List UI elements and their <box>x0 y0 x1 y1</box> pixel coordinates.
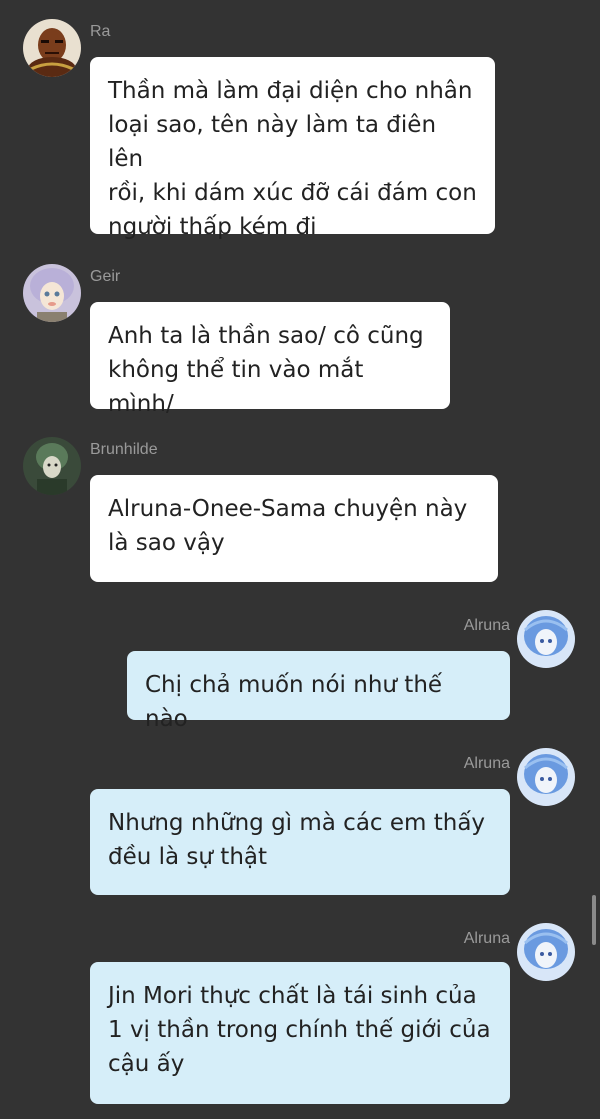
sender-name: Brunhilde <box>90 441 158 458</box>
message-bubble: Chị chả muốn nói như thế nào <box>127 651 510 732</box>
geir-avatar-icon[interactable] <box>23 264 81 322</box>
sender-name: Geir <box>90 268 121 285</box>
alruna-avatar-icon[interactable] <box>517 923 575 981</box>
message-bubble: Jin Mori thực chất là tái sinh của 1 vị … <box>90 962 510 1104</box>
brunhilde-avatar-icon[interactable] <box>23 437 81 495</box>
sender-name: Alruna <box>463 930 510 947</box>
scrollbar[interactable] <box>592 895 596 945</box>
sender-name: Ra <box>90 23 111 40</box>
message-bubble: Thần mà làm đại diện cho nhân loại sao, … <box>90 57 495 240</box>
message-bubble: Alruna-Onee-Sama chuyện này là sao vậy <box>90 475 498 582</box>
ra-avatar-icon[interactable] <box>23 19 81 77</box>
message-bubble: Nhưng những gì mà các em thấy đều là sự … <box>90 789 510 895</box>
alruna-avatar-icon[interactable] <box>517 748 575 806</box>
message-bubble: Anh ta là thần sao/ cô cũng không thể ti… <box>90 302 450 417</box>
alruna-avatar-icon[interactable] <box>517 610 575 668</box>
sender-name: Alruna <box>463 617 510 634</box>
sender-name: Alruna <box>463 755 510 772</box>
